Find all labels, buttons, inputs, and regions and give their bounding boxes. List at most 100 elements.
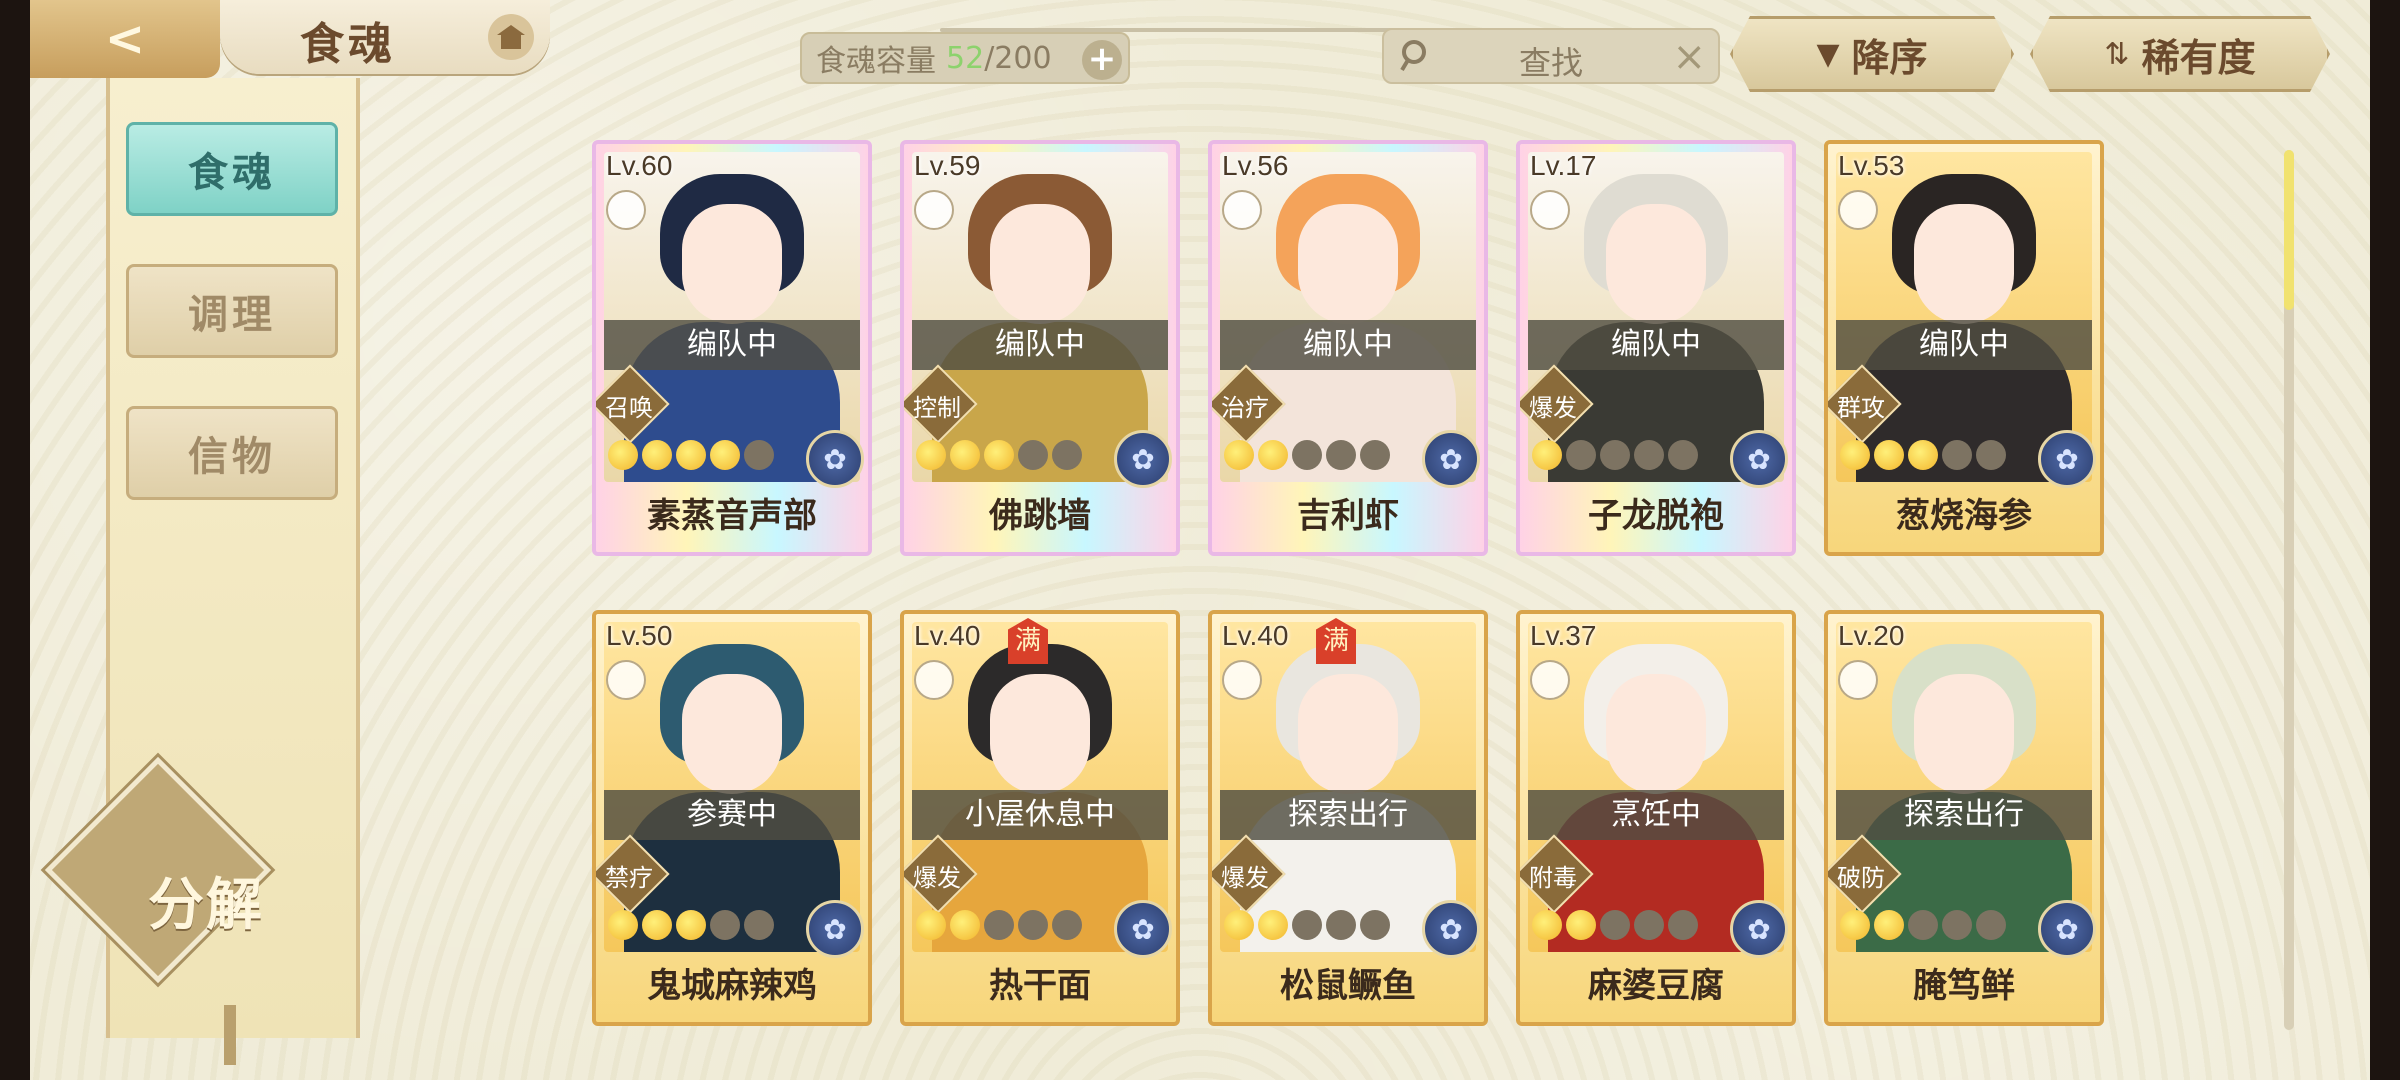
character-face [1298, 674, 1398, 794]
card-status: 参赛中 [604, 790, 860, 840]
card-name: 麻婆豆腐 [1588, 966, 1724, 1006]
character-face [990, 204, 1090, 324]
type-icon [914, 190, 954, 230]
character-face [1606, 674, 1706, 794]
card-level: Lv.20 [1838, 620, 1905, 651]
star-icon [744, 910, 774, 940]
card-level: Lv.60 [606, 150, 673, 181]
star-icon [984, 440, 1014, 470]
element-flower-icon: ✿ [1114, 430, 1172, 488]
capacity-label: 食魂容量 [816, 44, 936, 79]
card-status: 探索出行 [1836, 790, 2092, 840]
star-rating [608, 910, 774, 940]
star-icon [1360, 910, 1390, 940]
star-icon [1600, 910, 1630, 940]
element-flower-icon: ✿ [1114, 900, 1172, 958]
food-soul-card[interactable]: Lv.17 编队中 爆发 ✿ 子龙脱袍 [1516, 140, 1796, 556]
star-icon [1840, 910, 1870, 940]
star-icon [1634, 910, 1664, 940]
type-icon [1838, 190, 1878, 230]
star-icon [1292, 910, 1322, 940]
card-level: Lv.59 [914, 150, 981, 181]
type-icon [606, 660, 646, 700]
role-label: 群攻 [1837, 394, 1885, 422]
food-soul-card[interactable]: Lv.56 编队中 治疗 ✿ 吉利虾 [1208, 140, 1488, 556]
page-title: 食魂 [300, 19, 396, 70]
food-soul-card[interactable]: Lv.40 满 探索出行 爆发 ✿ 松鼠鳜鱼 [1208, 610, 1488, 1026]
food-soul-card[interactable]: Lv.37 烹饪中 附毒 ✿ 麻婆豆腐 [1516, 610, 1796, 1026]
home-icon[interactable] [488, 14, 534, 60]
character-face [1914, 204, 2014, 324]
star-icon [1326, 910, 1356, 940]
star-icon [676, 440, 706, 470]
sidebar-item-keepsake[interactable]: 信物 [126, 406, 338, 500]
sort-order-button[interactable]: ▼ 降序 [1730, 16, 2014, 92]
sort-key-button[interactable]: ⇅ 稀有度 [2030, 16, 2330, 92]
card-name: 鬼城麻辣鸡 [647, 966, 817, 1006]
star-icon [1840, 440, 1870, 470]
sort-key-label: 稀有度 [2141, 35, 2256, 80]
star-icon [1668, 910, 1698, 940]
sidebar-item-cooking[interactable]: 调理 [126, 264, 338, 358]
card-status: 烹饪中 [1528, 790, 1784, 840]
element-flower-icon: ✿ [806, 430, 864, 488]
star-icon [1600, 440, 1630, 470]
decompose-label[interactable]: 分解 [106, 860, 306, 941]
star-rating [1532, 910, 1698, 940]
capacity-max: /200 [984, 40, 1052, 76]
card-name: 子龙脱袍 [1588, 496, 1724, 536]
character-face [1606, 204, 1706, 324]
card-status: 编队中 [1836, 320, 2092, 370]
star-icon [984, 910, 1014, 940]
star-rating [1532, 440, 1698, 470]
back-button[interactable]: < [30, 0, 220, 78]
element-flower-icon: ✿ [1730, 430, 1788, 488]
type-icon [606, 190, 646, 230]
star-icon [1258, 910, 1288, 940]
card-name: 素蒸音声部 [647, 496, 817, 536]
card-level: Lv.53 [1838, 150, 1905, 181]
star-icon [1018, 440, 1048, 470]
app-screen: < 食魂 食魂容量 52 /200 + 查找 × ▼ 降序 ⇅ 稀有度 食魂 调… [30, 0, 2370, 1080]
sort-order-label: 降序 [1851, 35, 1928, 80]
capacity-plus-button[interactable]: + [1082, 40, 1122, 80]
food-soul-card[interactable]: Lv.50 参赛中 禁疗 ✿ 鬼城麻辣鸡 [592, 610, 872, 1026]
star-icon [1976, 910, 2006, 940]
food-soul-card[interactable]: Lv.53 编队中 群攻 ✿ 葱烧海参 [1824, 140, 2104, 556]
star-icon [710, 910, 740, 940]
star-icon [608, 910, 638, 940]
close-icon[interactable]: × [1672, 34, 1706, 80]
search-box[interactable]: 查找 × [1382, 28, 1720, 84]
food-soul-card[interactable]: Lv.60 编队中 召唤 ✿ 素蒸音声部 [592, 140, 872, 556]
character-face [1914, 674, 2014, 794]
type-icon [1838, 660, 1878, 700]
type-icon [914, 660, 954, 700]
star-icon [710, 440, 740, 470]
role-label: 附毒 [1529, 864, 1577, 892]
scrollbar-thumb[interactable] [2284, 150, 2294, 310]
star-icon [1052, 910, 1082, 940]
star-icon [1874, 910, 1904, 940]
card-name: 葱烧海参 [1896, 496, 2032, 536]
element-flower-icon: ✿ [2038, 430, 2096, 488]
sidebar-item-food-soul[interactable]: 食魂 [126, 122, 338, 216]
star-rating [916, 910, 1082, 940]
food-soul-card[interactable]: Lv.40 满 小屋休息中 爆发 ✿ 热干面 [900, 610, 1180, 1026]
card-name: 松鼠鳜鱼 [1280, 966, 1416, 1006]
star-icon [1874, 440, 1904, 470]
card-name: 佛跳墙 [989, 496, 1091, 536]
star-icon [642, 910, 672, 940]
food-soul-card[interactable]: Lv.59 编队中 控制 ✿ 佛跳墙 [900, 140, 1180, 556]
type-icon [1530, 190, 1570, 230]
role-label: 破防 [1837, 864, 1885, 892]
type-icon [1222, 190, 1262, 230]
card-level: Lv.40 [914, 620, 981, 651]
back-icon: < [104, 11, 146, 67]
star-icon [1566, 910, 1596, 940]
star-icon [1018, 910, 1048, 940]
card-status: 编队中 [912, 320, 1168, 370]
role-label: 爆发 [913, 864, 961, 892]
role-label: 召唤 [605, 394, 653, 422]
star-icon [1908, 910, 1938, 940]
food-soul-card[interactable]: Lv.20 探索出行 破防 ✿ 腌笃鲜 [1824, 610, 2104, 1026]
